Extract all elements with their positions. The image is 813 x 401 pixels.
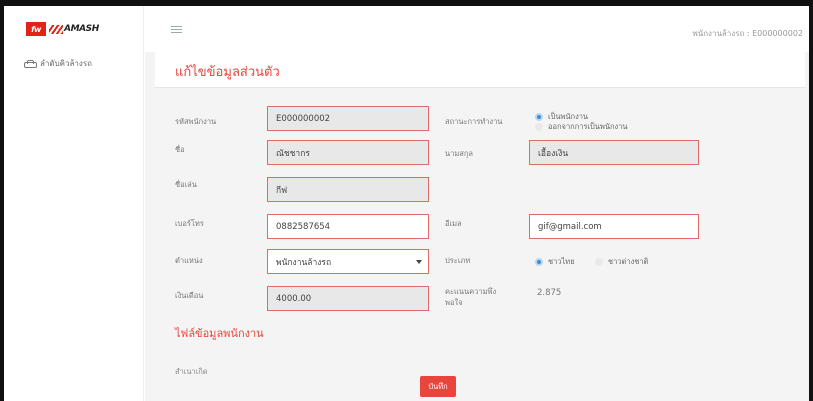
position-select[interactable]: พนักงานล้างรถ	[267, 249, 429, 274]
brand-logo[interactable]: fw AMASH	[26, 21, 126, 37]
last-name-label: นามสกุล	[445, 149, 473, 158]
first-name-field[interactable]: ณัชชากร	[267, 140, 429, 165]
current-user-label[interactable]: พนักงานล้างรถ : E000000002	[692, 27, 803, 40]
radio-selected-icon	[535, 258, 543, 266]
hamburger-menu-icon[interactable]	[171, 26, 182, 34]
nickname-label: ชื่อเล่น	[175, 180, 197, 189]
radio-selected-icon	[535, 113, 543, 121]
nationality-option-label: ชาวต่างชาติ	[608, 257, 649, 266]
page-title: แก้ไขข้อมูลส่วนตัว	[175, 65, 280, 80]
car-icon	[24, 59, 37, 68]
salary-field[interactable]: 4000.00	[267, 286, 429, 311]
radio-unselected-icon	[595, 258, 603, 266]
employee-id-value: E000000002	[276, 113, 331, 124]
top-bar: พนักงานล้างรถ : E000000002	[145, 6, 809, 52]
first-name-label: ชื่อ	[175, 145, 185, 154]
nationality-option-thai[interactable]: ชาวไทย	[535, 256, 575, 268]
last-name-field[interactable]: เอื้องเงิน	[529, 140, 699, 165]
email-label: อีเมล	[445, 219, 462, 228]
phone-label: เบอร์โทร	[175, 219, 204, 228]
email-value: gif@gmail.com	[538, 221, 602, 232]
phone-value: 0882587654	[276, 221, 331, 232]
satisfaction-label: คะแนนความพึงพอใจ	[445, 287, 497, 307]
work-status-option-resigned[interactable]: ออกจากการเป็นพนักงาน	[535, 121, 628, 133]
nationality-label: ประเภท	[445, 256, 471, 265]
salary-value: 4000.00	[276, 293, 312, 304]
logo-stripe-icon	[49, 24, 63, 34]
logo-wordmark: AMASH	[49, 22, 99, 36]
sidebar-item-queue[interactable]: ลำดับคิวล้างรถ	[24, 57, 92, 70]
work-status-label: สถานะการทำงาน	[445, 117, 503, 126]
last-name-value: เอื้องเงิน	[538, 148, 569, 159]
birthplace-label: สำเนาเกิด	[175, 367, 208, 376]
position-value: พนักงานล้างรถ	[276, 257, 332, 268]
position-label: ตำแหน่ง	[175, 256, 203, 265]
employee-file-section-title: ไฟล์ข้อมูลพนักงาน	[175, 327, 264, 340]
chevron-down-icon	[416, 260, 422, 264]
nickname-field[interactable]: กีฟ	[267, 177, 429, 202]
salary-label: เงินเดือน	[175, 291, 204, 300]
logo-badge: fw	[26, 22, 46, 36]
window-frame-right	[809, 0, 813, 401]
employee-id-label: รหัสพนักงาน	[175, 117, 217, 126]
sidebar: fw AMASH ลำดับคิวล้างรถ	[4, 6, 144, 401]
save-button[interactable]: บันทึก	[420, 376, 456, 397]
nationality-option-foreign[interactable]: ชาวต่างชาติ	[595, 256, 648, 268]
nationality-option-label: ชาวไทย	[548, 257, 575, 266]
page-title-card: แก้ไขข้อมูลส่วนตัว	[155, 52, 805, 88]
logo-name: AMASH	[64, 24, 99, 34]
email-field[interactable]: gif@gmail.com	[529, 214, 699, 239]
satisfaction-value: 2.875	[537, 288, 562, 298]
first-name-value: ณัชชากร	[276, 148, 310, 159]
employee-id-field[interactable]: E000000002	[267, 106, 429, 131]
sidebar-item-label: ลำดับคิวล้างรถ	[40, 59, 92, 68]
main-content: แก้ไขข้อมูลส่วนตัว รหัสพนักงาน E00000000…	[145, 52, 809, 401]
nickname-value: กีฟ	[276, 185, 288, 196]
phone-field[interactable]: 0882587654	[267, 214, 429, 239]
radio-unselected-icon	[535, 123, 543, 131]
work-status-option-label: ออกจากการเป็นพนักงาน	[548, 122, 628, 131]
